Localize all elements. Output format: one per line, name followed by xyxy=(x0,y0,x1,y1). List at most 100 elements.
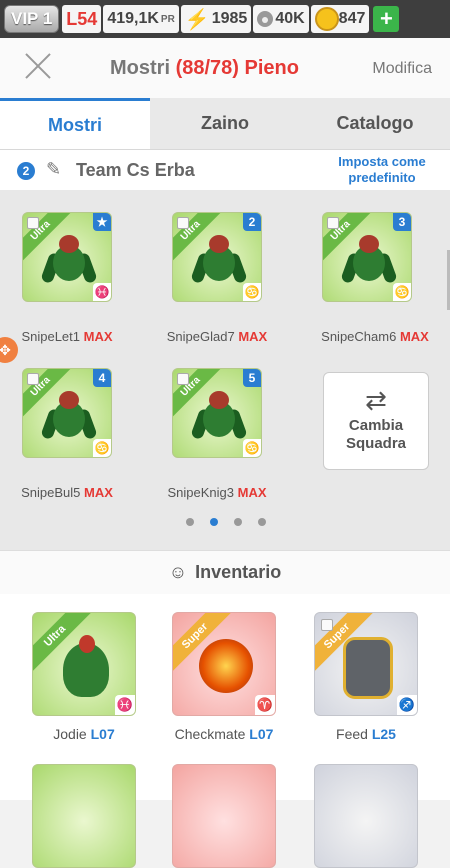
cat-face-icon: ☺ xyxy=(168,562,188,582)
lightning-icon: ⚡ xyxy=(184,8,210,31)
monster-name: Feed xyxy=(336,726,368,742)
tab-zaino[interactable]: Zaino xyxy=(150,98,300,149)
monster-level: MAX xyxy=(84,485,113,500)
edit-button[interactable]: Modifica xyxy=(372,60,432,78)
element-icon: ♋ xyxy=(243,439,261,457)
document-icon xyxy=(321,619,333,631)
inventory-monster-card[interactable] xyxy=(172,764,276,868)
set-default-link[interactable]: Imposta come predefinito xyxy=(332,154,432,186)
element-icon: ♋ xyxy=(243,283,261,301)
food-value: 40K xyxy=(275,10,305,27)
team-slot-badge: 2 xyxy=(243,213,261,231)
vip-badge[interactable]: VIP 1 xyxy=(4,5,60,33)
monster-name: SnipeGlad7 xyxy=(166,329,235,344)
document-icon xyxy=(177,373,189,385)
inventory-name-label: Jodie L07 xyxy=(14,726,154,742)
page-title: Mostri (88/78) Pieno xyxy=(110,57,299,80)
monster-hat xyxy=(79,635,95,653)
monster-level: L25 xyxy=(371,726,396,742)
gold-value: 847 xyxy=(338,10,366,27)
monster-level: MAX xyxy=(237,485,267,500)
team-header: 2 ✎ Team Cs Erba Imposta come predefinit… xyxy=(0,150,450,190)
coin-icon xyxy=(314,7,339,31)
element-icon: ♓ xyxy=(115,695,135,715)
team-monster-card[interactable]: Ultra 3 ♋ xyxy=(322,212,412,302)
inventory-header: ☺ Inventario xyxy=(0,550,450,594)
energy-stat: ⚡ 1985 xyxy=(180,5,252,33)
team-name[interactable]: Team Cs Erba xyxy=(76,160,195,181)
monster-name: Checkmate xyxy=(174,726,246,742)
monster-name-label: SnipeKnig3 MAX xyxy=(147,485,287,500)
team-slot-badge: 3 xyxy=(393,213,411,231)
team-monster-card[interactable]: Ultra 5 ♋ xyxy=(172,368,262,458)
page-header: Mostri (88/78) Pieno Modifica xyxy=(0,38,450,98)
element-icon: ♋ xyxy=(393,283,411,301)
element-icon: ♐ xyxy=(397,695,417,715)
monster-level: MAX xyxy=(399,329,429,344)
status-bar: VIP 1 L54 419,1K PR ⚡ 1985 40K 847 + xyxy=(0,0,450,38)
document-icon xyxy=(177,217,189,229)
inventory-title: Inventario xyxy=(195,562,282,582)
monster-name: SnipeCham6 xyxy=(321,329,397,344)
food-stat: 40K xyxy=(253,5,309,33)
monster-name: SnipeKnig3 xyxy=(167,485,234,500)
inventory-name-label: Feed L25 xyxy=(296,726,436,742)
document-icon xyxy=(27,373,39,385)
power-value: 419,1K xyxy=(107,10,159,27)
team-slot-badge: 5 xyxy=(243,369,261,387)
change-team-label: Cambia Squadra xyxy=(345,417,406,452)
tab-mostri[interactable]: Mostri xyxy=(0,98,150,149)
change-team-button[interactable]: ⇄ Cambia Squadra xyxy=(323,372,429,470)
team-monster-card[interactable]: Ultra ★ ♓ xyxy=(22,212,112,302)
swap-arrows-icon: ⇄ xyxy=(365,385,387,415)
monster-name-label: SnipeBul5 MAX xyxy=(0,485,137,500)
document-icon xyxy=(27,217,39,229)
monster-count: (88/78) Pieno xyxy=(175,57,299,79)
monster-image xyxy=(40,387,98,447)
team-pager xyxy=(186,518,266,526)
inventory-monster-card[interactable]: Ultra ♓ xyxy=(32,612,136,716)
monster-image xyxy=(40,231,98,291)
tab-bar: Mostri Zaino Catalogo xyxy=(0,98,450,150)
monster-image xyxy=(199,639,253,693)
monster-level: MAX xyxy=(83,329,113,344)
inventory-monster-card[interactable] xyxy=(314,764,418,868)
inventory-monster-card[interactable]: Super ♐ xyxy=(314,612,418,716)
monster-level: L07 xyxy=(249,726,274,742)
add-gold-button[interactable]: + xyxy=(373,6,400,32)
monster-name: Jodie xyxy=(53,726,87,742)
team-slot-badge: 4 xyxy=(93,369,111,387)
monster-name-label: SnipeCham6 MAX xyxy=(305,329,445,344)
document-icon xyxy=(327,217,339,229)
element-icon: ♋ xyxy=(93,439,111,457)
monster-image xyxy=(190,231,248,291)
title-text: Mostri xyxy=(110,57,170,79)
monster-image xyxy=(340,231,398,291)
inventory-monster-card[interactable] xyxy=(32,764,136,868)
monster-level: L07 xyxy=(90,726,115,742)
pager-dot[interactable] xyxy=(234,518,242,526)
tab-catalogo[interactable]: Catalogo xyxy=(300,98,450,149)
pencil-icon[interactable]: ✎ xyxy=(46,159,61,180)
element-icon: ♈ xyxy=(255,695,275,715)
monster-level: MAX xyxy=(238,329,268,344)
monster-name-label: SnipeGlad7 MAX xyxy=(147,329,287,344)
team-monster-card[interactable]: Ultra 4 ♋ xyxy=(22,368,112,458)
team-slot-badge: ★ xyxy=(93,213,111,231)
inventory-monster-card[interactable]: Super ♈ xyxy=(172,612,276,716)
team-number-badge: 2 xyxy=(17,162,35,180)
monster-image xyxy=(343,637,393,699)
close-icon[interactable] xyxy=(24,52,52,80)
gold-stat: 847 xyxy=(310,5,370,33)
pager-dot[interactable] xyxy=(258,518,266,526)
monster-name: SnipeLet1 xyxy=(21,329,81,344)
inventory-name-label: Checkmate L07 xyxy=(154,726,294,742)
player-level: L54 xyxy=(62,5,102,33)
pager-dot[interactable] xyxy=(186,518,194,526)
team-monster-card[interactable]: Ultra 2 ♋ xyxy=(172,212,262,302)
paw-icon xyxy=(257,11,274,27)
energy-value: 1985 xyxy=(211,10,248,27)
power-unit: PR xyxy=(160,13,175,25)
pager-dot-active[interactable] xyxy=(210,518,218,526)
monster-image xyxy=(190,387,248,447)
